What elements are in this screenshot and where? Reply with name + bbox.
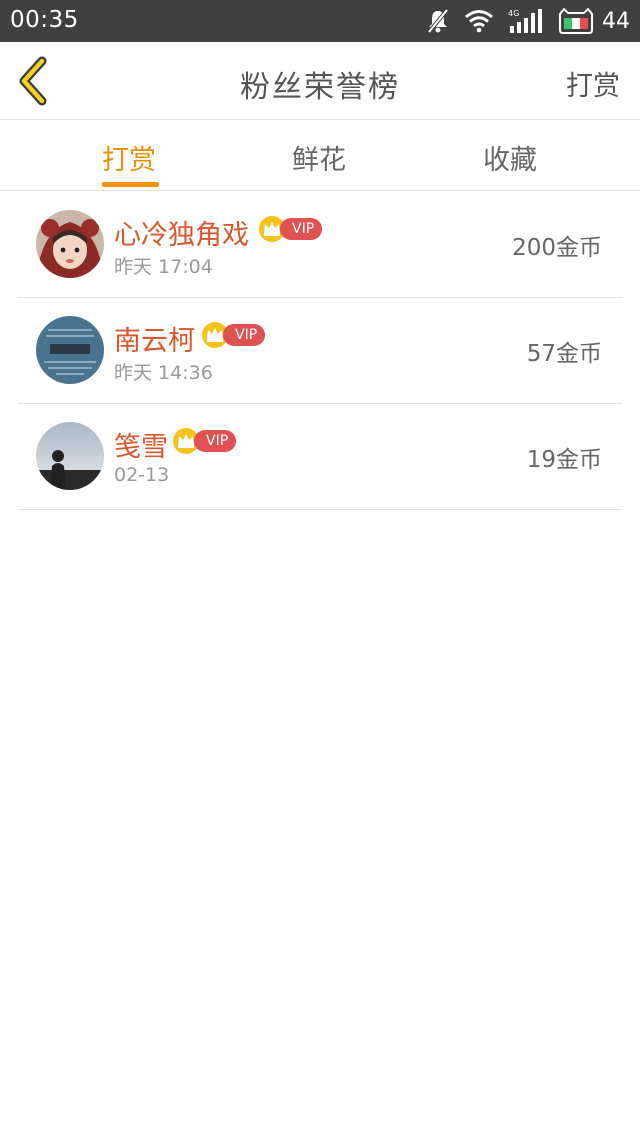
fan-list: 心冷独角戏 VIP 昨天 17:04 200金币 南云柯 VIP 昨天 14:3… — [0, 192, 640, 510]
mute-icon — [426, 8, 450, 34]
back-button[interactable] — [14, 56, 54, 106]
status-icons: 4G 44 — [412, 6, 630, 36]
fan-time: 昨天 17:04 — [114, 256, 213, 278]
vip-label: VIP — [223, 324, 266, 346]
tab-bar: 打赏 鲜花 收藏 — [0, 121, 640, 191]
fan-row[interactable]: 南云柯 VIP 昨天 14:36 57金币 — [18, 298, 622, 404]
vip-badge: VIP — [172, 428, 237, 454]
vip-label: VIP — [194, 430, 237, 452]
status-bar: 00:35 4G 44 — [0, 0, 640, 42]
tab-flowers[interactable]: 鲜花 — [292, 138, 346, 177]
fan-name: 笺雪 — [114, 432, 168, 463]
fan-time: 昨天 14:36 — [114, 362, 213, 384]
fan-amount: 57金币 — [526, 341, 602, 367]
fan-row[interactable]: 心冷独角戏 VIP 昨天 17:04 200金币 — [18, 192, 622, 298]
vip-label: VIP — [280, 218, 323, 240]
tab-favorites[interactable]: 收藏 — [483, 138, 537, 177]
battery-level: 44 — [602, 8, 630, 34]
cellular-signal-icon: 4G — [508, 8, 542, 34]
active-tab-indicator — [102, 182, 159, 187]
network-label: 4G — [508, 9, 519, 18]
avatar-girl-image — [36, 210, 104, 278]
status-time: 00:35 — [10, 7, 79, 33]
chevron-left-icon — [19, 56, 47, 106]
avatar-silhouette-image — [36, 422, 104, 490]
fan-time: 02-13 — [114, 464, 170, 486]
fan-name: 南云柯 — [114, 326, 195, 357]
tab-reward[interactable]: 打赏 — [102, 138, 156, 177]
avatar-calligraphy-image — [36, 316, 104, 384]
app-header: 粉丝荣誉榜 打赏 — [0, 42, 640, 120]
fan-row[interactable]: 笺雪 VIP 02-13 19金币 — [18, 404, 622, 510]
page-title: 粉丝荣誉榜 — [240, 70, 400, 105]
battery-cat-icon — [556, 8, 596, 34]
wifi-icon — [464, 9, 494, 33]
vip-badge: VIP — [258, 216, 323, 242]
vip-badge: VIP — [201, 322, 266, 348]
fan-name: 心冷独角戏 — [114, 220, 249, 251]
reward-button[interactable]: 打赏 — [566, 64, 620, 103]
fan-amount: 200金币 — [512, 235, 602, 261]
fan-amount: 19金币 — [526, 447, 602, 473]
